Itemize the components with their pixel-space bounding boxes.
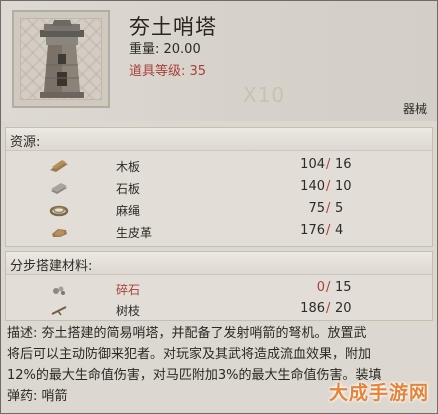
item-title: 夯土哨塔 xyxy=(129,15,217,39)
item-level: 道具等级: 35 xyxy=(129,64,207,79)
item-weight: 重量: 20.00 xyxy=(129,42,201,57)
resource-slash: / xyxy=(326,223,331,238)
material-slash: / xyxy=(326,301,331,316)
watchtower-icon xyxy=(40,20,84,98)
resource-slash: / xyxy=(326,179,331,194)
rope-icon xyxy=(49,205,69,217)
material-need: 20 xyxy=(335,301,352,316)
material-slash: / xyxy=(326,280,331,295)
watermark-text: X10 xyxy=(243,83,286,107)
site-logo: 大成手游网 xyxy=(328,382,429,404)
material-have: 0 xyxy=(316,280,325,295)
resource-need: 16 xyxy=(335,157,352,172)
material-row: 碎石 0 / 15 xyxy=(6,279,432,299)
item-thumbnail xyxy=(12,10,110,108)
stone-slab-icon xyxy=(51,183,67,194)
build-materials-panel: 分步搭建材料: 碎石 0 / 15 树枝 186 / 20 xyxy=(5,251,433,321)
resource-slash: / xyxy=(326,157,331,172)
item-header: 夯土哨塔 重量: 20.00 道具等级: 35 X10 器械 xyxy=(1,1,437,121)
gravel-icon xyxy=(53,286,65,295)
resource-need: 4 xyxy=(335,223,344,238)
material-name: 树枝 xyxy=(116,304,141,318)
resources-panel: 资源: 木板 104 / 16 石板 140 / 10 麻绳 75 / 5 生皮… xyxy=(5,127,433,247)
resource-name: 木板 xyxy=(116,160,141,174)
build-materials-header: 分步搭建材料: xyxy=(10,259,93,274)
resources-header: 资源: xyxy=(10,135,41,150)
material-have: 186 xyxy=(300,301,325,316)
resource-have: 140 xyxy=(300,179,325,194)
item-category: 器械 xyxy=(402,102,427,116)
material-row: 树枝 186 / 20 xyxy=(6,300,432,320)
wood-plank-icon xyxy=(50,160,68,172)
resource-need: 10 xyxy=(335,179,352,194)
resource-have: 104 xyxy=(300,157,325,172)
resource-name: 生皮革 xyxy=(116,226,153,240)
resource-row: 石板 140 / 10 xyxy=(6,178,432,198)
resource-row: 木板 104 / 16 xyxy=(6,156,432,176)
item-tooltip: 夯土哨塔 重量: 20.00 道具等级: 35 X10 器械 资源: 木板 10… xyxy=(0,0,438,414)
rawhide-icon xyxy=(52,229,67,237)
material-need: 15 xyxy=(335,280,352,295)
resource-have: 75 xyxy=(308,201,325,216)
resource-have: 176 xyxy=(300,223,325,238)
resource-row: 生皮革 176 / 4 xyxy=(6,222,432,242)
resource-need: 5 xyxy=(335,201,344,216)
material-name: 碎石 xyxy=(116,283,141,297)
resource-name: 石板 xyxy=(116,182,141,196)
description-line: 将后可以主动防御来犯者。对玩家及其武将造成流血效果，附加 xyxy=(7,347,372,362)
resource-slash: / xyxy=(326,201,331,216)
branch-icon xyxy=(51,306,67,316)
resource-name: 麻绳 xyxy=(116,204,141,218)
resource-row: 麻绳 75 / 5 xyxy=(6,200,432,220)
description-line: 描述: 夯土搭建的简易哨塔，并配备了发射哨箭的弩机。放置武 xyxy=(7,326,367,341)
